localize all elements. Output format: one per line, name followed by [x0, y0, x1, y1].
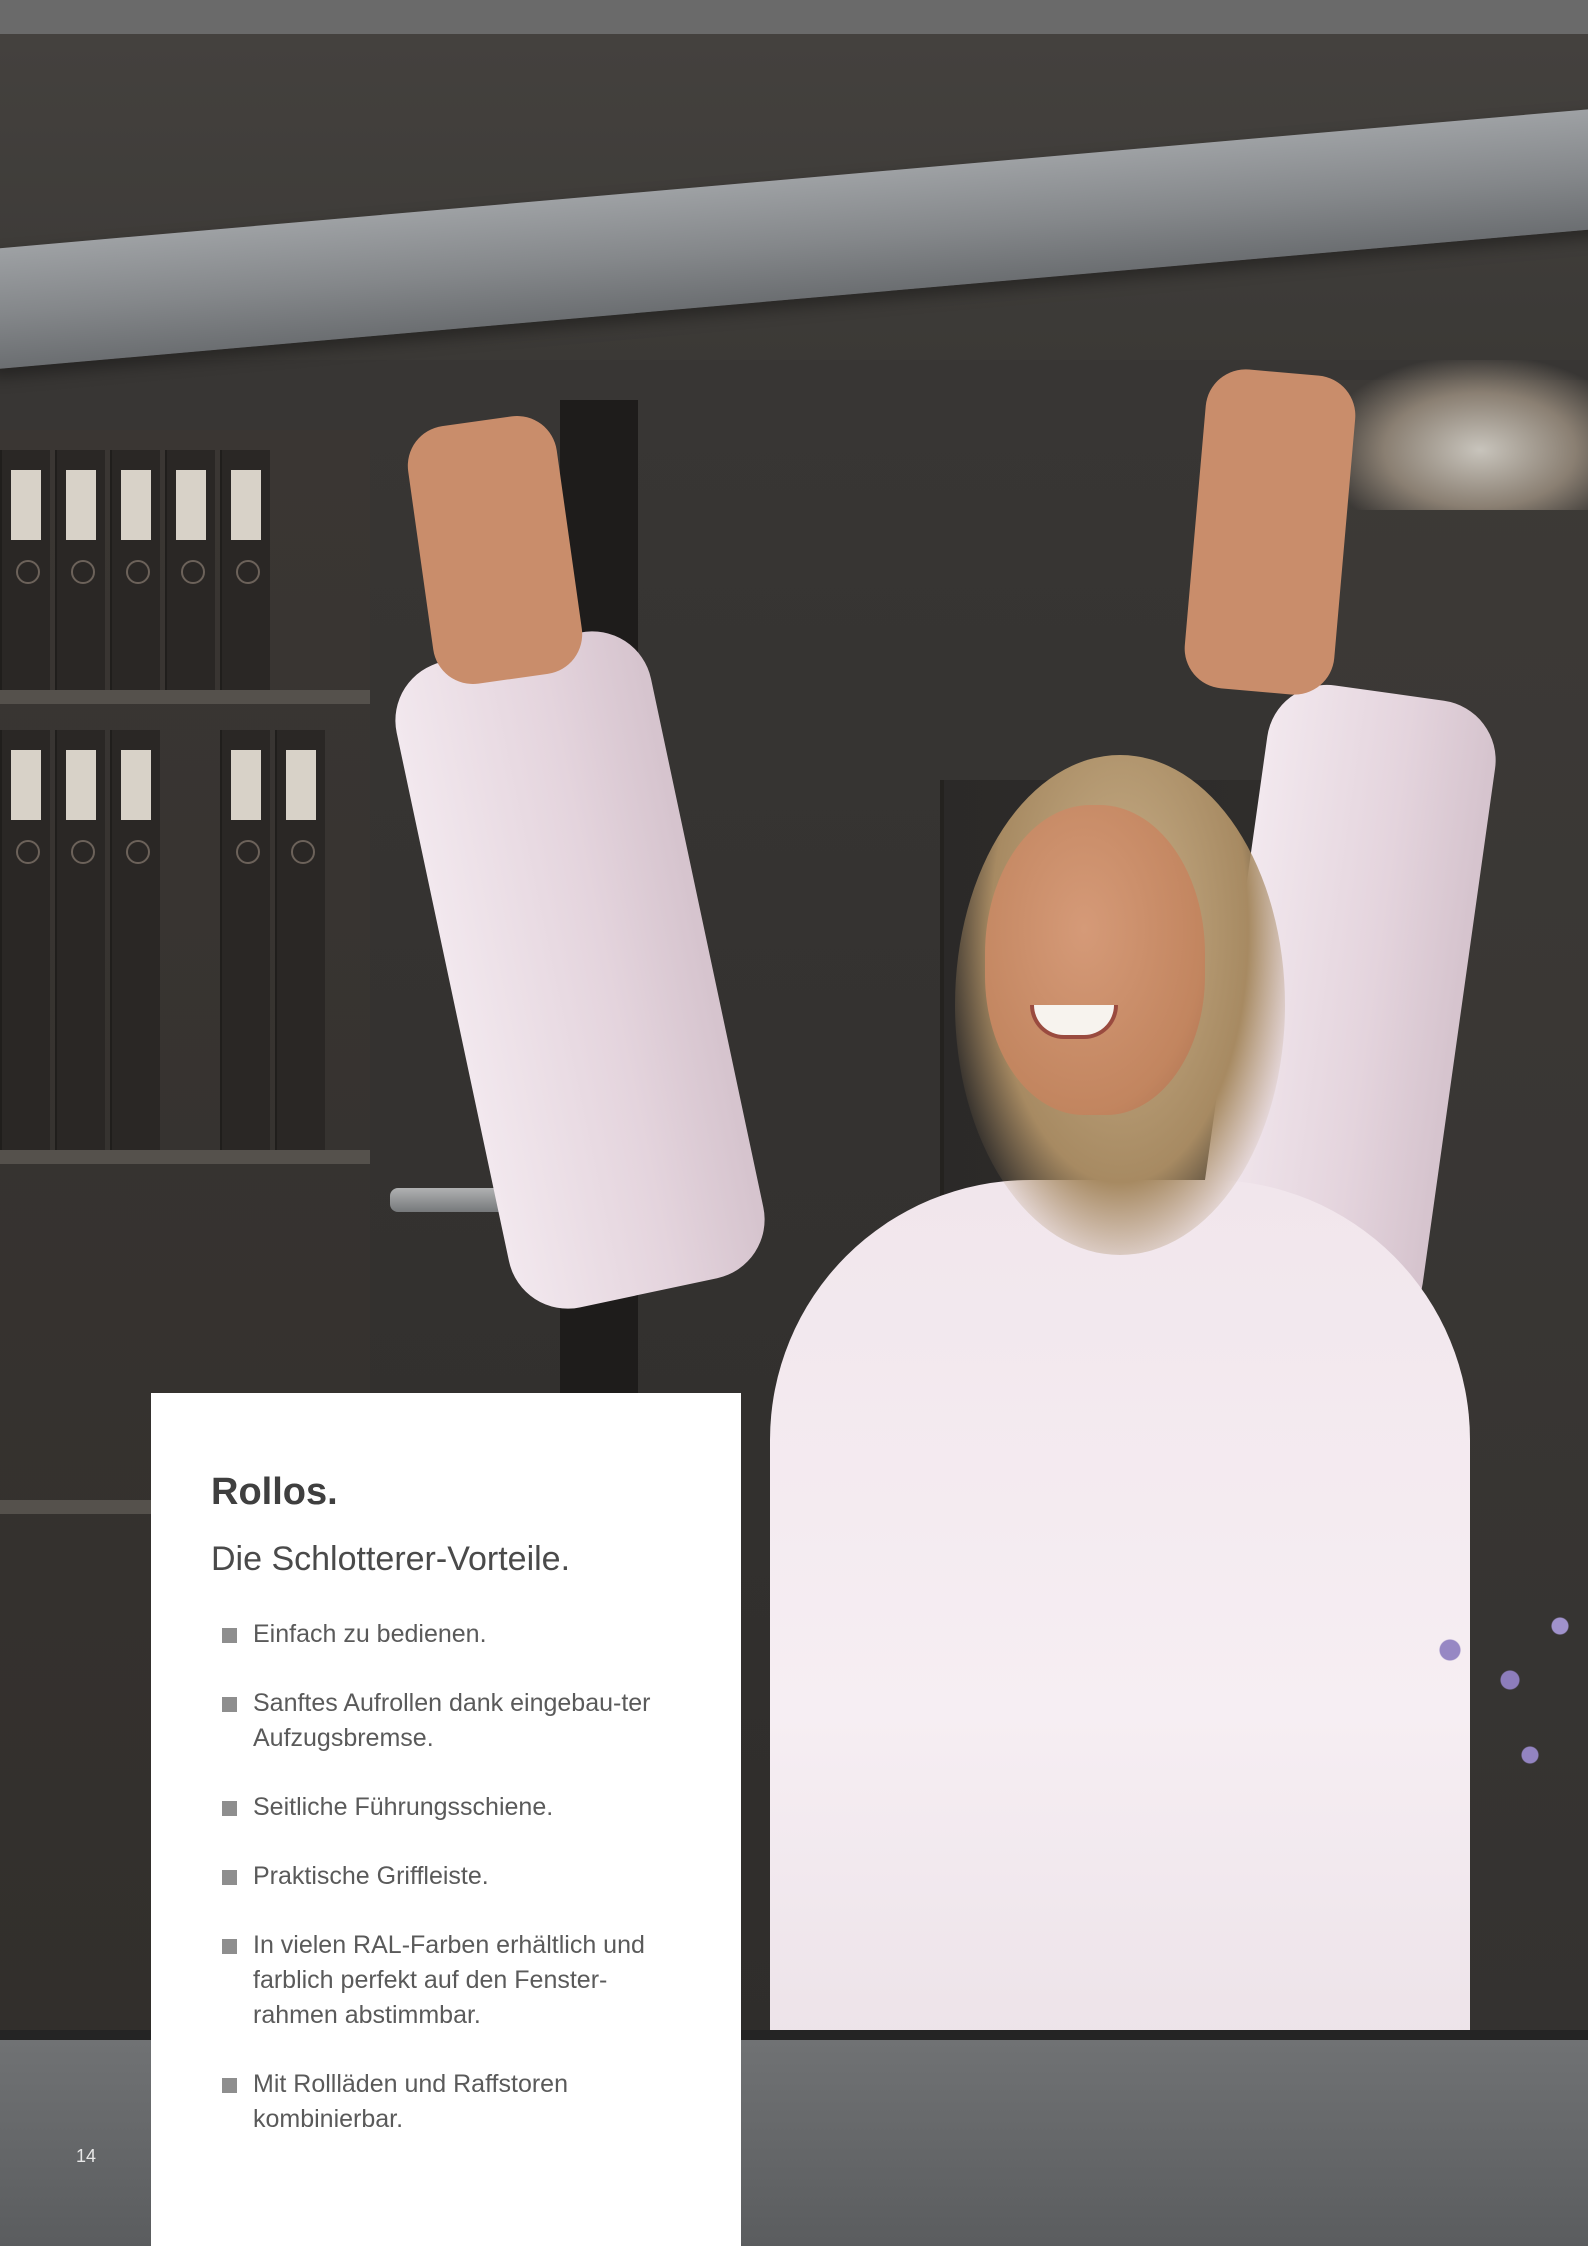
binder: [0, 450, 50, 690]
panel-title: Rollos.: [211, 1471, 338, 1513]
ceiling-lamp: [1330, 360, 1588, 510]
benefit-text: Praktische Griffleiste.: [253, 1862, 489, 1891]
benefit-item: Einfach zu bedienen.: [211, 1617, 673, 1652]
benefit-item: Praktische Griffleiste.: [211, 1859, 673, 1894]
shelf-board: [0, 1150, 370, 1164]
benefit-text: Mit Rollläden und Raffstoren kombinierba…: [253, 2070, 568, 2134]
binder: [220, 450, 270, 690]
square-bullet-icon: [222, 2078, 237, 2094]
binder: [55, 450, 105, 690]
binder: [110, 730, 160, 1150]
face: [985, 805, 1205, 1115]
square-bullet-icon: [222, 1697, 237, 1713]
benefits-list: Einfach zu bedienen. Sanftes Aufrollen d…: [211, 1617, 691, 2137]
lavender-plant: [1390, 1590, 1588, 1890]
shelf-board: [0, 690, 370, 704]
page-number: 14: [76, 2146, 97, 2166]
screen-top-frame: [0, 0, 1588, 34]
benefit-text: Sanftes Aufrollen dank eingebau-ter Aufz…: [253, 1689, 651, 1753]
benefit-text: In vielen RAL-Farben erhältlich und farb…: [253, 1931, 645, 2030]
square-bullet-icon: [222, 1870, 237, 1886]
white-blouse: [770, 1180, 1470, 2070]
benefit-item: Sanftes Aufrollen dank eingebau-ter Aufz…: [211, 1686, 673, 1756]
right-arm: [1181, 366, 1359, 698]
binder: [55, 730, 105, 1150]
benefit-item: Seitliche Führungsschiene.: [211, 1790, 673, 1825]
binder: [275, 730, 325, 1150]
left-sleeve: [384, 620, 776, 1320]
benefit-text: Seitliche Führungsschiene.: [253, 1793, 554, 1822]
square-bullet-icon: [222, 1801, 237, 1817]
benefit-item: Mit Rollläden und Raffstoren kombinierba…: [211, 2067, 673, 2137]
brochure-page: Rollos. Die Schlotterer-Vorteile. Einfac…: [0, 0, 1588, 2246]
binder: [110, 450, 160, 690]
panel-subtitle: Die Schlotterer-Vorteile.: [211, 1539, 571, 1578]
square-bullet-icon: [222, 1628, 237, 1644]
binder: [220, 730, 270, 1150]
binder: [165, 450, 215, 690]
benefit-item: In vielen RAL-Farben erhältlich und farb…: [211, 1928, 673, 2033]
square-bullet-icon: [222, 1939, 237, 1955]
binder: [0, 730, 50, 1150]
benefit-text: Einfach zu bedienen.: [253, 1620, 487, 1649]
info-panel: Rollos. Die Schlotterer-Vorteile. Einfac…: [151, 1393, 741, 2246]
